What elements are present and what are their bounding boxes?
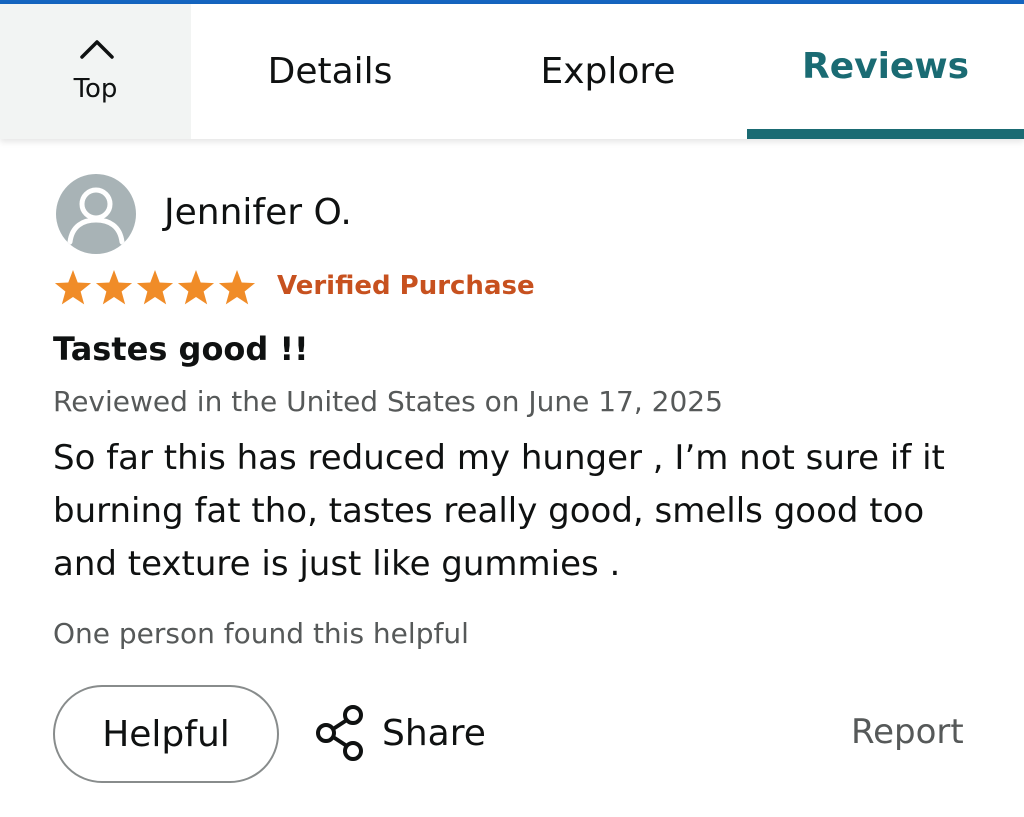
share-button[interactable]: Share: [312, 700, 486, 766]
star-icon: [218, 270, 256, 305]
tab-details[interactable]: Details: [191, 4, 469, 139]
section-tab-bar: Top Details Explore Reviews: [0, 4, 1024, 139]
back-to-top-button[interactable]: Top: [0, 4, 191, 139]
report-link[interactable]: Report: [851, 712, 964, 752]
active-tab-indicator: [747, 129, 1024, 139]
star-icon: [177, 270, 215, 305]
review-date-location: Reviewed in the United States on June 17…: [53, 385, 723, 418]
user-placeholder-icon: [67, 187, 125, 245]
tab-reviews[interactable]: Reviews: [747, 4, 1024, 139]
chevron-up-icon: [80, 40, 114, 59]
share-label: Share: [382, 712, 486, 754]
helpful-count: One person found this helpful: [53, 617, 469, 650]
star-icon: [95, 270, 133, 305]
star-icon: [54, 270, 92, 305]
verified-purchase-badge: Verified Purchase: [277, 271, 535, 301]
review-page: Top Details Explore Reviews Jennifer O. …: [0, 0, 1024, 817]
star-icon: [136, 270, 174, 305]
review-body: So far this has reduced my hunger , I’m …: [53, 438, 945, 584]
tab-explore[interactable]: Explore: [469, 4, 747, 139]
share-icon: [316, 705, 363, 761]
helpful-button[interactable]: Helpful: [53, 685, 279, 783]
reviewer-avatar: [56, 174, 136, 254]
top-label: Top: [73, 74, 118, 104]
review-title: Tastes good !!: [53, 330, 309, 368]
star-rating: [53, 268, 259, 308]
reviewer-name: Jennifer O.: [164, 192, 352, 233]
